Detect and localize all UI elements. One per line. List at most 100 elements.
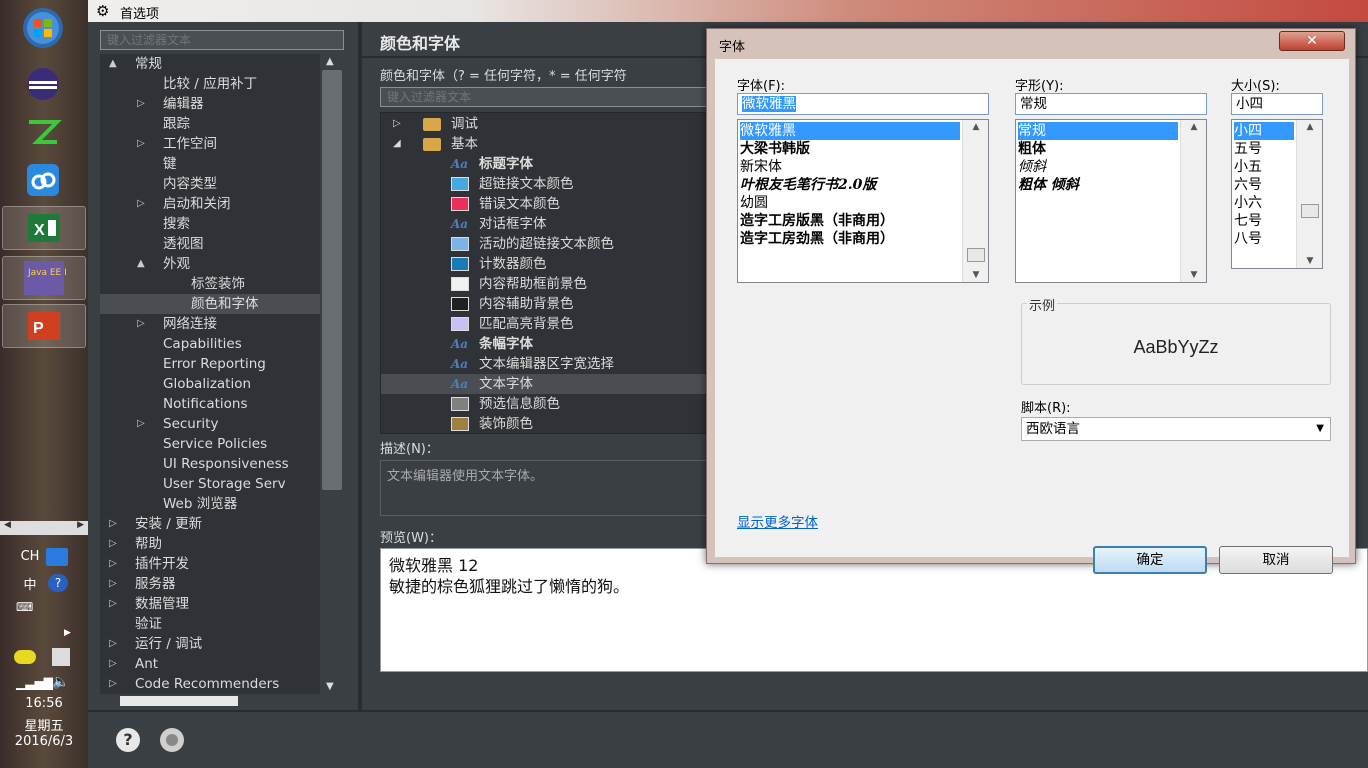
tree-item[interactable]: 内容类型: [100, 174, 320, 194]
tree-item[interactable]: ▲ 外观: [100, 254, 320, 274]
tree-item[interactable]: ▷ 启动和关闭: [100, 194, 320, 214]
clock-weekday[interactable]: 星期五: [0, 715, 88, 734]
list-item[interactable]: 粗体 倾斜: [1018, 176, 1178, 194]
filter-input[interactable]: [101, 31, 343, 49]
font-list-down-icon[interactable]: ▼: [963, 270, 988, 280]
collapsed-arrow-icon[interactable]: ▷: [109, 554, 117, 574]
list-item[interactable]: 小五: [1234, 158, 1294, 176]
cf-item[interactable]: 装饰颜色: [381, 414, 709, 433]
signal-tray-icon[interactable]: ▁▃▅▇: [16, 676, 53, 690]
list-item[interactable]: 七号: [1234, 212, 1294, 230]
collapsed-arrow-icon[interactable]: ▷: [109, 654, 117, 674]
tree-item[interactable]: ▷ Code Recommenders: [100, 674, 320, 694]
tree-item[interactable]: 颜色和字体: [100, 294, 320, 314]
tree-item[interactable]: Globalization: [100, 374, 320, 394]
cf-item[interactable]: 错误文本颜色: [381, 194, 709, 214]
close-button[interactable]: ✕: [1279, 31, 1345, 51]
show-more-fonts-link[interactable]: 显示更多字体: [737, 511, 818, 531]
cf-item[interactable]: Aa 文本字体: [381, 374, 709, 394]
tree-item[interactable]: Service Policies: [100, 434, 320, 454]
excel-taskbar-icon[interactable]: X: [2, 206, 86, 250]
list-item[interactable]: 造字工房版黑（非商用）: [740, 212, 960, 230]
cf-filter-input[interactable]: [381, 88, 709, 106]
ok-button[interactable]: 确定: [1093, 546, 1207, 574]
device-tray-icon[interactable]: [52, 648, 70, 666]
cf-item[interactable]: 活动的超链接文本颜色: [381, 234, 709, 254]
help-icon[interactable]: ?: [116, 728, 140, 752]
cf-arrow-icon[interactable]: ▷: [393, 114, 401, 134]
help-tray-icon[interactable]: ?: [48, 574, 68, 592]
cf-item[interactable]: Aa 条幅字体: [381, 334, 709, 354]
eclipse-taskbar-icon[interactable]: [12, 62, 74, 106]
list-item[interactable]: 大梁书韩版: [740, 140, 960, 158]
cf-item[interactable]: 内容帮助框前景色: [381, 274, 709, 294]
tree-item[interactable]: Web 浏览器: [100, 494, 320, 514]
tree-item[interactable]: 比较 / 应用补丁: [100, 74, 320, 94]
cf-item[interactable]: Aa 对话框字体: [381, 214, 709, 234]
tree-item[interactable]: ▷ Ant: [100, 654, 320, 674]
import-export-icon[interactable]: [160, 728, 184, 752]
tree-item[interactable]: ▷ 编辑器: [100, 94, 320, 114]
taskbar-scroll[interactable]: ◀ ▶: [0, 520, 88, 535]
list-item[interactable]: 微软雅黑: [740, 122, 960, 140]
tree-hscroll-thumb[interactable]: [120, 696, 238, 706]
preferences-filter[interactable]: [100, 30, 344, 50]
collapsed-arrow-icon[interactable]: ▷: [137, 134, 145, 154]
style-list-scrollbar[interactable]: ▲ ▼: [1180, 120, 1206, 282]
cf-item[interactable]: 匹配高亮背景色: [381, 314, 709, 334]
cf-item[interactable]: Aa 文本编辑器区字宽选择: [381, 354, 709, 374]
tree-horizontal-scrollbar[interactable]: [100, 694, 320, 708]
font-field[interactable]: 微软雅黑: [737, 93, 989, 115]
font-list[interactable]: ▲ ▼ 微软雅黑 大梁书韩版 新宋体 叶根友毛笔行书2.0版 幼圆 造字工房版黑（非商用）…: [737, 119, 989, 283]
tray-expand-icon[interactable]: ▶: [64, 628, 71, 638]
tree-item[interactable]: 跟踪: [100, 114, 320, 134]
size-field[interactable]: 小四: [1231, 93, 1323, 115]
scroll-right-icon[interactable]: ▶: [77, 520, 84, 530]
list-item[interactable]: 六号: [1234, 176, 1294, 194]
clock-date[interactable]: 2016/6/3: [0, 734, 88, 749]
tree-item[interactable]: ▷ 安装 / 更新: [100, 514, 320, 534]
font-list-up-icon[interactable]: ▲: [963, 122, 988, 132]
clock-time[interactable]: 16:56: [0, 696, 88, 711]
pane-divider[interactable]: [358, 22, 362, 710]
keyboard-tray-icon[interactable]: ⌨: [16, 600, 33, 614]
expanded-arrow-icon[interactable]: ▲: [137, 254, 145, 274]
tree-scroll-thumb[interactable]: [322, 70, 342, 490]
collapsed-arrow-icon[interactable]: ▷: [137, 314, 145, 334]
collapsed-arrow-icon[interactable]: ▷: [137, 194, 145, 214]
collapsed-arrow-icon[interactable]: ▷: [109, 574, 117, 594]
scroll-down-icon[interactable]: ▼: [326, 681, 334, 692]
search-tray-icon[interactable]: [46, 548, 68, 566]
list-item[interactable]: 八号: [1234, 230, 1294, 248]
start-button[interactable]: [12, 6, 74, 50]
tree-item[interactable]: ▷ 运行 / 调试: [100, 634, 320, 654]
tree-item[interactable]: ▷ 服务器: [100, 574, 320, 594]
cf-item[interactable]: Aa 标题字体: [381, 154, 709, 174]
collapsed-arrow-icon[interactable]: ▷: [109, 534, 117, 554]
tree-item[interactable]: 键: [100, 154, 320, 174]
list-item[interactable]: 造字工房劲黑（非商用）: [740, 230, 960, 248]
cf-item[interactable]: 内容辅助背景色: [381, 294, 709, 314]
tree-item[interactable]: 标签装饰: [100, 274, 320, 294]
powerpoint-taskbar-icon[interactable]: P: [2, 304, 86, 348]
list-item[interactable]: 小六: [1234, 194, 1294, 212]
cf-item[interactable]: 超链接文本颜色: [381, 174, 709, 194]
tree-item[interactable]: User Storage Serv: [100, 474, 320, 494]
tree-item[interactable]: 透视图: [100, 234, 320, 254]
tree-item[interactable]: ▲ 常规: [100, 54, 320, 74]
list-item[interactable]: 新宋体: [740, 158, 960, 176]
size-list-up-icon[interactable]: ▲: [1297, 122, 1322, 132]
style-list-down-icon[interactable]: ▼: [1181, 270, 1206, 280]
tree-item[interactable]: Error Reporting: [100, 354, 320, 374]
tree-item[interactable]: UI Responsiveness: [100, 454, 320, 474]
cf-item[interactable]: 计数器颜色: [381, 254, 709, 274]
cf-arrow-icon[interactable]: ◢: [393, 134, 401, 154]
collapsed-arrow-icon[interactable]: ▷: [109, 634, 117, 654]
app-z-taskbar-icon[interactable]: [12, 110, 74, 154]
tree-item[interactable]: 验证: [100, 614, 320, 634]
list-item[interactable]: 叶根友毛笔行书2.0版: [740, 176, 960, 194]
tree-item[interactable]: 搜索: [100, 214, 320, 234]
font-list-thumb[interactable]: [967, 248, 985, 262]
collapsed-arrow-icon[interactable]: ▷: [109, 514, 117, 534]
list-item[interactable]: 幼圆: [740, 194, 960, 212]
